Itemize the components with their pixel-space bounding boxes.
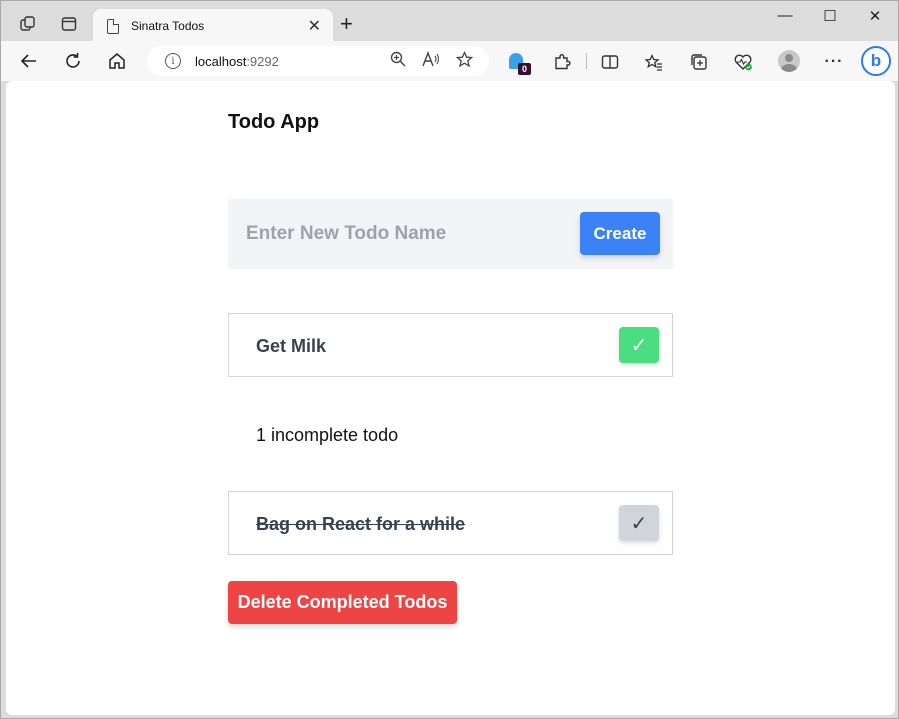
new-tab-icon[interactable]: + — [340, 13, 353, 35]
info-icon[interactable]: i — [165, 53, 181, 69]
tab-title: Sinatra Todos — [131, 19, 205, 33]
star-icon[interactable] — [455, 50, 474, 72]
browser-window: Sinatra Todos ✕ + — ☐ ✕ i localhost:9292 — [0, 0, 899, 719]
toolbar-divider — [586, 53, 587, 69]
minimize-icon[interactable]: — — [762, 7, 808, 24]
create-button[interactable]: Create — [580, 212, 660, 255]
tab-strip: Sinatra Todos ✕ + — ☐ ✕ — [1, 1, 898, 43]
heart-pulse-icon[interactable] — [732, 51, 754, 73]
collections-icon[interactable] — [688, 51, 710, 73]
home-icon[interactable] — [105, 50, 129, 72]
page-icon — [107, 18, 119, 34]
favorites-icon[interactable] — [643, 51, 665, 73]
todo-name: Get Milk — [256, 336, 327, 356]
page-title: Todo App — [228, 111, 320, 133]
new-todo-form: Create — [228, 199, 673, 269]
close-tab-icon[interactable]: ✕ — [308, 16, 321, 36]
todo-item-completed: Bag on React for a while ✓ — [228, 491, 673, 555]
close-window-icon[interactable]: ✕ — [852, 7, 898, 25]
page-viewport: Todo App Create Get Milk ✓ 1 incomplete … — [6, 81, 895, 715]
url-port: :9292 — [246, 53, 279, 69]
puzzle-icon[interactable] — [551, 51, 573, 73]
refresh-icon[interactable] — [61, 50, 85, 72]
maximize-icon[interactable]: ☐ — [807, 7, 853, 25]
bing-icon[interactable]: b — [861, 46, 891, 76]
extension-badge: 0 — [518, 63, 531, 75]
todo-name: Bag on React for a while — [256, 514, 466, 534]
url-host: localhost — [195, 53, 247, 69]
workspaces-icon[interactable] — [17, 13, 39, 35]
more-icon[interactable]: ··· — [823, 51, 845, 73]
read-aloud-icon[interactable] — [422, 51, 440, 71]
address-bar[interactable]: i localhost:9292 — [147, 46, 489, 76]
new-todo-input[interactable] — [228, 199, 568, 269]
complete-check-button[interactable]: ✓ — [619, 327, 659, 363]
delete-completed-button[interactable]: Delete Completed Todos — [228, 581, 457, 624]
incomplete-count: 1 incomplete todo — [256, 425, 399, 445]
tab-actions-icon[interactable] — [58, 13, 80, 35]
back-arrow-icon[interactable] — [17, 50, 41, 72]
zoom-icon[interactable] — [390, 51, 406, 71]
browser-toolbar: i localhost:9292 0 ··· b — [1, 41, 898, 81]
url-text[interactable]: localhost:9292 — [195, 54, 390, 69]
todo-item: Get Milk ✓ — [228, 313, 673, 377]
avatar[interactable] — [778, 50, 800, 72]
tab-sinatra-todos[interactable]: Sinatra Todos ✕ — [93, 9, 333, 43]
uncomplete-check-button[interactable]: ✓ — [619, 505, 659, 541]
split-screen-icon[interactable] — [599, 51, 621, 73]
